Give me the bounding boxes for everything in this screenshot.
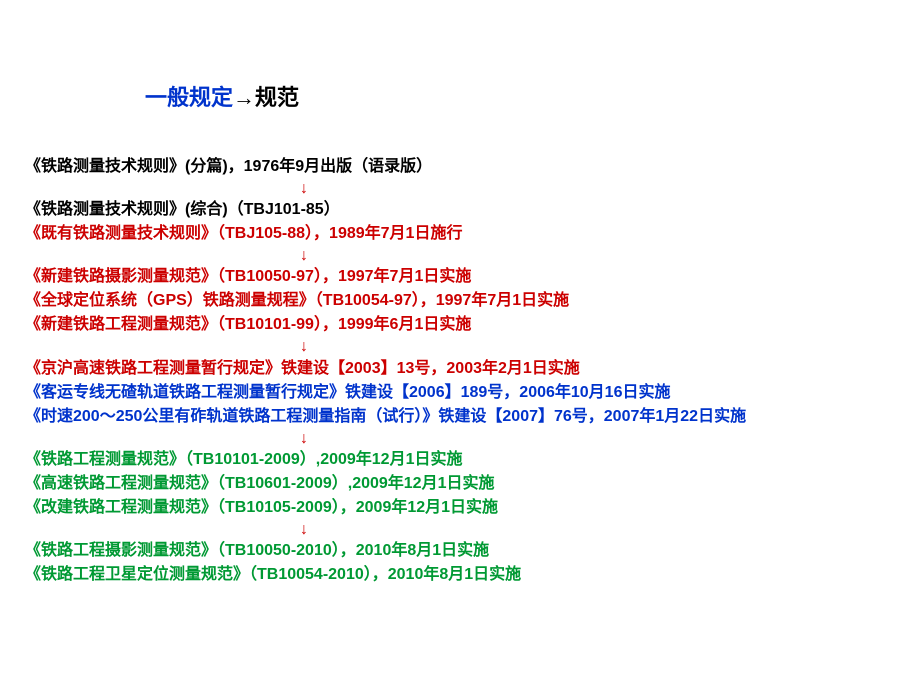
spec-2006-189: 《客运专线无碴轨道铁路工程测量暂行规定》铁建设【2006】189号，2006年1… (25, 381, 895, 405)
spec-2007-76: 《时速200～250公里有砟轨道铁路工程测量指南（试行）》铁建设【2007】76… (25, 405, 895, 429)
arrow-down-icon: ↓ (25, 337, 895, 356)
spec-tb10101-2009: 《铁路工程测量规范》（TB10101-2009）,2009年12月1日实施 (25, 448, 895, 472)
spec-tbj101-85: 《铁路测量技术规则》(综合)（TBJ101-85） (25, 198, 895, 222)
content-body: 《铁路测量技术规则》(分篇)，1976年9月出版（语录版） ↓ 《铁路测量技术规… (25, 155, 895, 587)
title-part1: 一般规定 (145, 85, 233, 110)
spec-tb10601-2009: 《高速铁路工程测量规范》（TB10601-2009）,2009年12月1日实施 (25, 472, 895, 496)
spec-2003-13: 《京沪高速铁路工程测量暂行规定》铁建设【2003】13号，2003年2月1日实施 (25, 357, 895, 381)
spec-tb10050-97: 《新建铁路摄影测量规范》（TB10050-97），1997年7月1日实施 (25, 265, 895, 289)
spec-tbj105-88: 《既有铁路测量技术规则》（TBJ105-88），1989年7月1日施行 (25, 222, 895, 246)
arrow-down-icon: ↓ (25, 429, 895, 448)
page-title: 一般规定→规范 (145, 80, 299, 112)
spec-tb10050-2010: 《铁路工程摄影测量规范》（TB10050-2010），2010年8月1日实施 (25, 539, 895, 563)
arrow-down-icon: ↓ (25, 520, 895, 539)
title-arrow: → (233, 85, 255, 110)
spec-tb10054-97: 《全球定位系统（GPS）铁路测量规程》（TB10054-97），1997年7月1… (25, 289, 895, 313)
spec-tb10101-99: 《新建铁路工程测量规范》（TB10101-99），1999年6月1日实施 (25, 313, 895, 337)
arrow-down-icon: ↓ (25, 246, 895, 265)
arrow-down-icon: ↓ (25, 179, 895, 198)
title-part2: 规范 (255, 85, 299, 110)
spec-tb10105-2009: 《改建铁路工程测量规范》（TB10105-2009），2009年12月1日实施 (25, 496, 895, 520)
spec-tb10054-2010: 《铁路工程卫星定位测量规范》（TB10054-2010），2010年8月1日实施 (25, 563, 895, 587)
spec-1976: 《铁路测量技术规则》(分篇)，1976年9月出版（语录版） (25, 155, 895, 179)
